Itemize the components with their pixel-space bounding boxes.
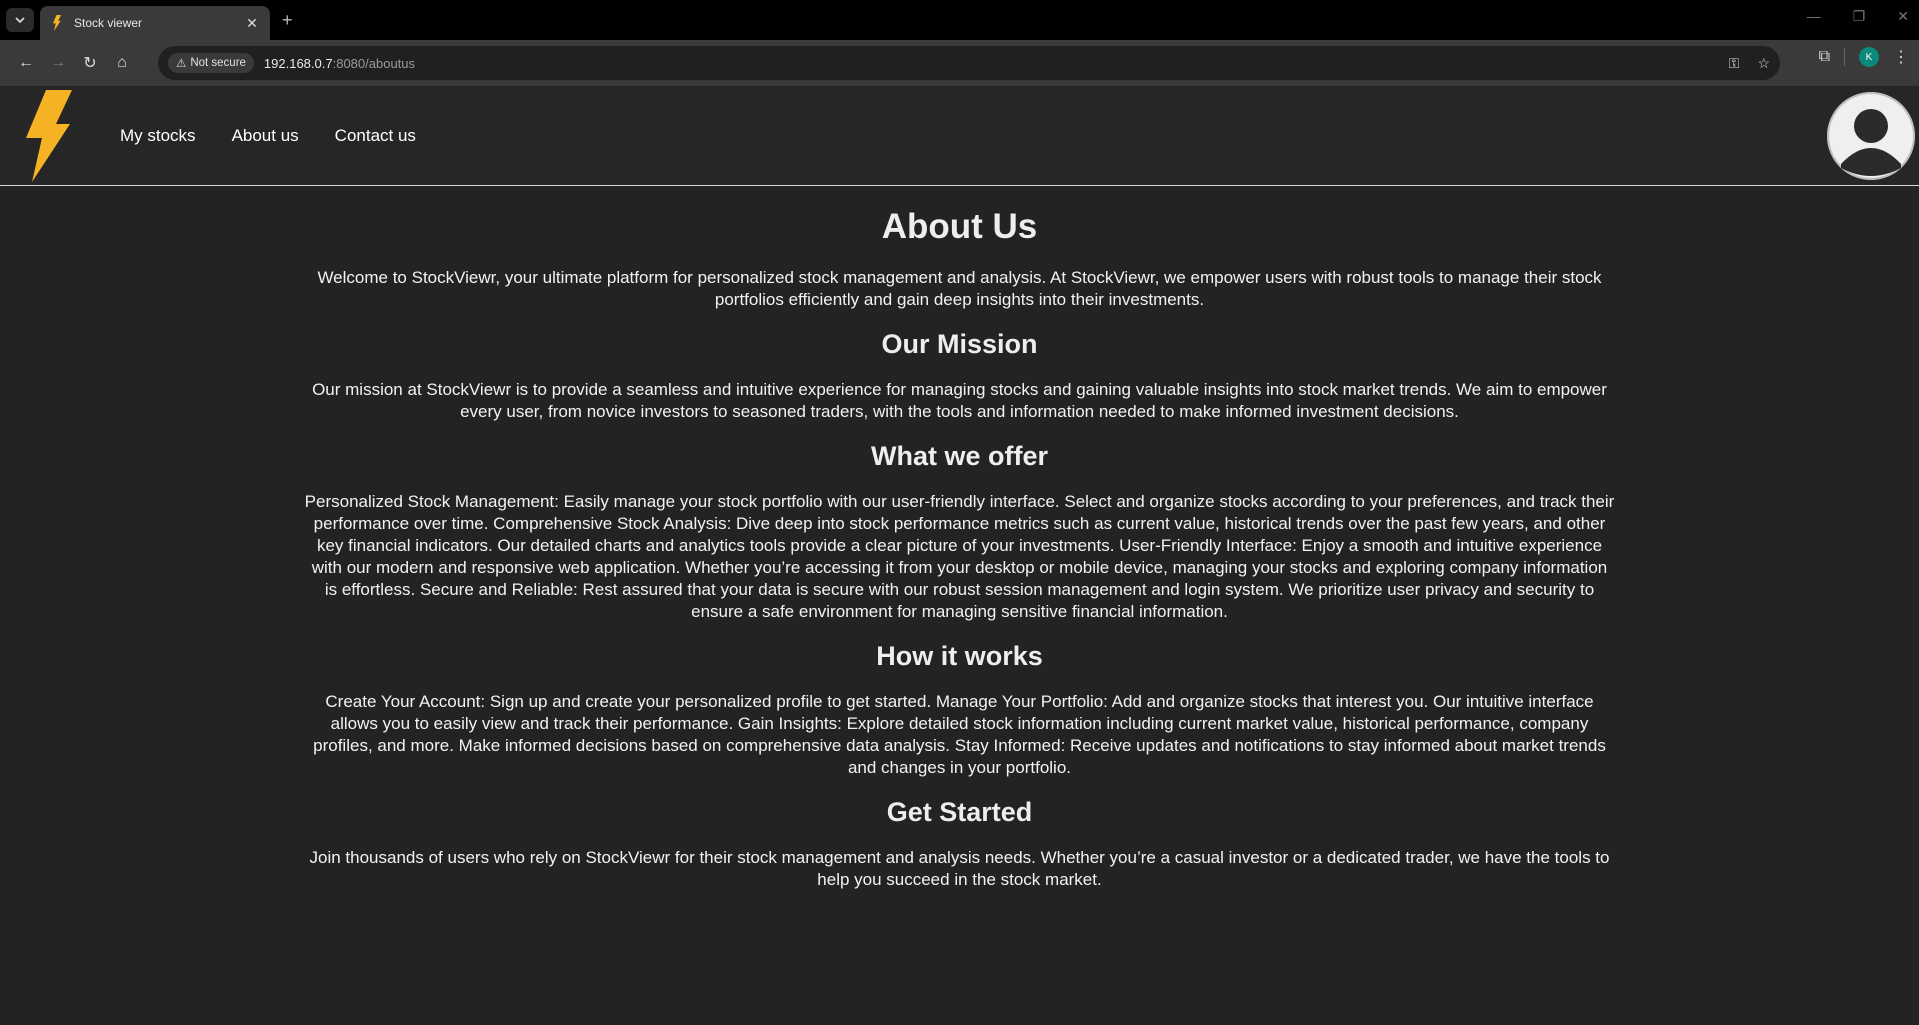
new-tab-button[interactable]: + xyxy=(282,10,293,31)
nav-my-stocks[interactable]: My stocks xyxy=(120,126,196,146)
url-path: :8080/aboutus xyxy=(332,55,416,71)
intro-paragraph: Welcome to StockViewr, your ultimate pla… xyxy=(317,268,1602,309)
tab-search-button[interactable] xyxy=(6,8,34,32)
chevron-down-icon xyxy=(15,17,25,24)
back-icon[interactable]: ← xyxy=(10,47,42,79)
security-label: Not secure xyxy=(190,57,246,69)
security-indicator[interactable]: ⚠ Not secure xyxy=(168,53,254,73)
browser-tab-bar: Stock viewer ✕ + — ❐ ✕ xyxy=(0,0,1919,40)
browser-toolbar: ← → ↻ ⌂ ⚠ Not secure 192.168.0.7:8080/ab… xyxy=(0,40,1919,86)
page-title: About Us xyxy=(881,207,1038,246)
nav-about-us[interactable]: About us xyxy=(232,126,299,146)
user-profile-icon xyxy=(1827,92,1915,180)
tab-close-icon[interactable]: ✕ xyxy=(244,15,260,32)
section-text-get-started: Join thousands of users who rely on Stoc… xyxy=(309,848,1610,889)
address-bar[interactable]: ⚠ Not secure 192.168.0.7:8080/aboutus ⚿ … xyxy=(158,46,1780,80)
lightning-logo-icon[interactable] xyxy=(26,90,72,182)
url-text[interactable]: 192.168.0.7:8080/aboutus xyxy=(264,56,415,71)
warning-icon: ⚠ xyxy=(176,58,187,70)
reload-icon[interactable]: ↻ xyxy=(74,47,106,79)
bookmark-star-icon[interactable]: ☆ xyxy=(1757,55,1770,72)
section-text-how-it-works: Create Your Account: Sign up and create … xyxy=(313,692,1606,777)
restore-icon[interactable]: ❐ xyxy=(1853,8,1866,25)
section-heading-how-it-works: How it works xyxy=(876,641,1043,671)
profile-avatar[interactable]: K xyxy=(1859,47,1879,67)
section-text-offer: Personalized Stock Management: Easily ma… xyxy=(304,492,1615,621)
tab-title: Stock viewer xyxy=(74,16,143,30)
close-window-icon[interactable]: ✕ xyxy=(1897,8,1909,25)
toolbar-divider xyxy=(1844,48,1845,66)
minimize-icon[interactable]: — xyxy=(1807,8,1821,25)
section-heading-offer: What we offer xyxy=(870,441,1048,471)
site-header: My stocks About us Contact us xyxy=(0,86,1919,186)
user-avatar[interactable] xyxy=(1827,92,1915,180)
extensions-puzzle-icon[interactable]: ⧉ xyxy=(1819,48,1830,66)
home-icon[interactable]: ⌂ xyxy=(106,47,138,79)
section-text-mission: Our mission at StockViewr is to provide … xyxy=(312,380,1607,421)
main-nav: My stocks About us Contact us xyxy=(120,126,416,146)
browser-tab[interactable]: Stock viewer ✕ xyxy=(40,6,270,40)
more-menu-icon[interactable]: ⋮ xyxy=(1893,47,1909,67)
window-controls: — ❐ ✕ xyxy=(1807,8,1909,25)
section-heading-get-started: Get Started xyxy=(886,797,1033,827)
url-host: 192.168.0.7 xyxy=(263,55,333,71)
nav-contact-us[interactable]: Contact us xyxy=(335,126,416,146)
forward-icon[interactable]: → xyxy=(42,47,74,79)
section-heading-mission: Our Mission xyxy=(881,329,1038,359)
about-content: About Us Welcome to StockViewr, your ult… xyxy=(0,187,1919,891)
password-key-icon[interactable]: ⚿ xyxy=(1729,55,1740,72)
lightning-favicon-icon xyxy=(53,15,61,31)
